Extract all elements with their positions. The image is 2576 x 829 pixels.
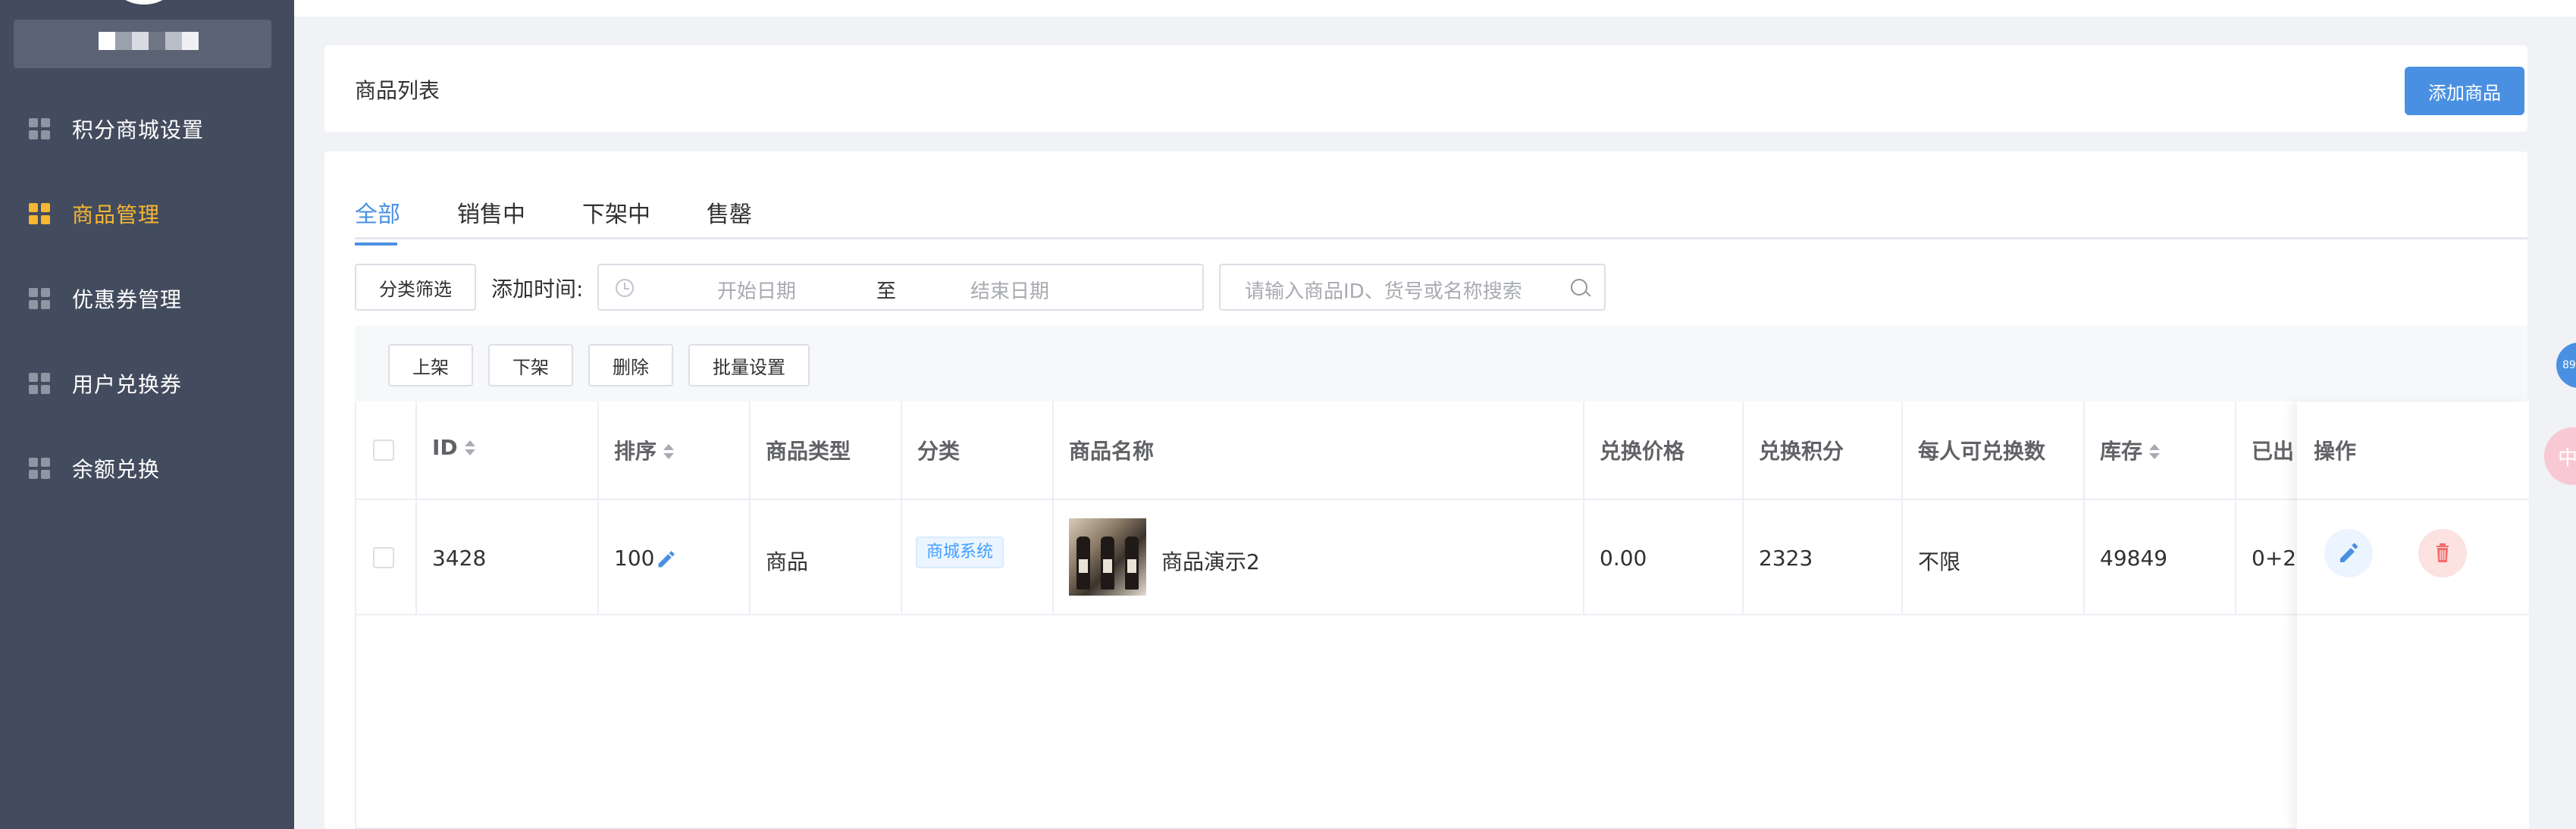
sidebar-item-user-coupons[interactable]: 用户兑换券 [0, 353, 294, 414]
search-placeholder: 请输入商品ID、货号或名称搜索 [1245, 280, 1522, 303]
delete-button[interactable]: 删除 [588, 344, 673, 386]
edit-icon [2340, 543, 2358, 562]
table-header: ID 排序 商品类型 分类 商品名称 兑换价格 兑换积分 每人可兑换数 库存 已… [356, 402, 2526, 500]
end-date-input[interactable]: 结束日期 [970, 276, 1049, 304]
top-bar [294, 0, 2576, 17]
delete-row-button[interactable] [2418, 529, 2467, 577]
sidebar-item-label: 用户兑换券 [72, 372, 183, 397]
tab-on-sale[interactable]: 销售中 [457, 196, 525, 239]
product-thumbnail [1069, 518, 1146, 596]
header-card: 商品列表 添加商品 [324, 45, 2527, 132]
grid-icon [29, 203, 50, 224]
page-title: 商品列表 [355, 78, 440, 103]
column-header-per-user: 每人可兑换数 [1918, 439, 2046, 464]
column-header-id[interactable]: ID [432, 435, 475, 460]
floating-counter-badge[interactable]: 89 [2556, 343, 2576, 388]
table-row: 3428 100 商品 商城系统 商品演示2 0.00 2323 不限 4984… [356, 500, 2526, 615]
tab-off-shelf[interactable]: 下架中 [582, 196, 650, 239]
op-header: 操作 [2297, 402, 2529, 500]
date-separator: 至 [876, 280, 897, 303]
sort-icon[interactable] [2148, 444, 2161, 461]
cell-stock: 49849 [2100, 546, 2168, 571]
cell-type: 商品 [766, 549, 809, 574]
add-time-label: 添加时间: [491, 277, 584, 302]
sidebar-item-points-mall-settings[interactable]: 积分商城设置 [0, 99, 294, 159]
column-header-name: 商品名称 [1069, 439, 1155, 464]
batch-action-bar: 上架 下架 删除 批量设置 [355, 326, 2527, 402]
column-header-category: 分类 [917, 439, 961, 464]
tab-label: 全部 [355, 202, 400, 228]
cell-sort: 100 [614, 546, 677, 571]
sidebar-item-balance-exchange[interactable]: 余额兑换 [0, 438, 294, 499]
grid-icon [29, 373, 50, 394]
grid-icon [29, 458, 50, 479]
sidebar-item-goods-management[interactable]: 商品管理 [0, 183, 294, 244]
category-filter-button[interactable]: 分类筛选 [355, 264, 476, 311]
column-header-type: 商品类型 [766, 439, 851, 464]
cell-name: 商品演示2 [1161, 549, 1260, 574]
grid-icon [29, 118, 50, 139]
off-shelf-button[interactable]: 下架 [488, 344, 573, 386]
cell-id: 3428 [432, 546, 487, 571]
trash-icon [2437, 543, 2449, 562]
on-shelf-button[interactable]: 上架 [388, 344, 473, 386]
fixed-operations-column: 操作 [2297, 402, 2529, 829]
sidebar-item-coupon-management[interactable]: 优惠券管理 [0, 268, 294, 329]
sort-value: 100 [614, 546, 655, 571]
pencil-icon[interactable] [656, 549, 677, 570]
search-input[interactable]: 请输入商品ID、货号或名称搜索 [1219, 264, 1606, 311]
sidebar: 积分商城设置 商品管理 优惠券管理 用户兑换券 余额兑换 [0, 0, 294, 829]
sidebar-item-label: 余额兑换 [72, 457, 161, 482]
column-header-price: 兑换价格 [1600, 439, 1685, 464]
add-goods-button[interactable]: 添加商品 [2405, 67, 2524, 115]
category-tag: 商城系统 [916, 537, 1004, 568]
select-all-checkbox[interactable] [373, 440, 394, 461]
batch-settings-button[interactable]: 批量设置 [688, 344, 810, 386]
column-header-sold: 已出 [2252, 439, 2295, 464]
active-tab-indicator [355, 242, 397, 246]
start-date-input[interactable]: 开始日期 [717, 276, 796, 304]
column-header-points: 兑换积分 [1759, 439, 1844, 464]
main-card: 全部 销售中 下架中 售罄 分类筛选 添加时间: 开始日期 至 结束日期 请输入… [324, 152, 2529, 829]
clock-icon [616, 279, 634, 297]
tab-bar: 全部 销售中 下架中 售罄 [355, 191, 2527, 246]
column-header-stock[interactable]: 库存 [2100, 435, 2161, 465]
sidebar-item-label: 积分商城设置 [72, 117, 205, 142]
row-checkbox[interactable] [373, 547, 394, 568]
floating-input-method-icon[interactable]: 中 [2544, 427, 2576, 485]
search-icon[interactable] [1571, 279, 1587, 296]
avatar[interactable] [112, 0, 176, 5]
sidebar-item-label: 优惠券管理 [72, 287, 183, 312]
user-name-pixelated [14, 20, 271, 68]
grid-icon [29, 288, 50, 309]
column-header-operations: 操作 [2314, 439, 2357, 464]
tab-sold-out[interactable]: 售罄 [707, 196, 752, 239]
goods-table: ID 排序 商品类型 分类 商品名称 兑换价格 兑换积分 每人可兑换数 库存 已… [355, 402, 2529, 829]
tab-all[interactable]: 全部 [355, 196, 400, 246]
sidebar-item-label: 商品管理 [72, 202, 161, 227]
cell-price: 0.00 [1600, 546, 1647, 571]
cell-per-user: 不限 [1918, 549, 1961, 574]
cell-points: 2323 [1759, 546, 1813, 571]
sort-icon[interactable] [663, 444, 675, 461]
edit-button[interactable] [2324, 529, 2373, 577]
sort-icon[interactable] [464, 440, 475, 457]
column-header-sort[interactable]: 排序 [614, 435, 675, 465]
date-range-picker[interactable]: 开始日期 至 结束日期 [597, 264, 1204, 311]
op-row [2297, 500, 2529, 615]
